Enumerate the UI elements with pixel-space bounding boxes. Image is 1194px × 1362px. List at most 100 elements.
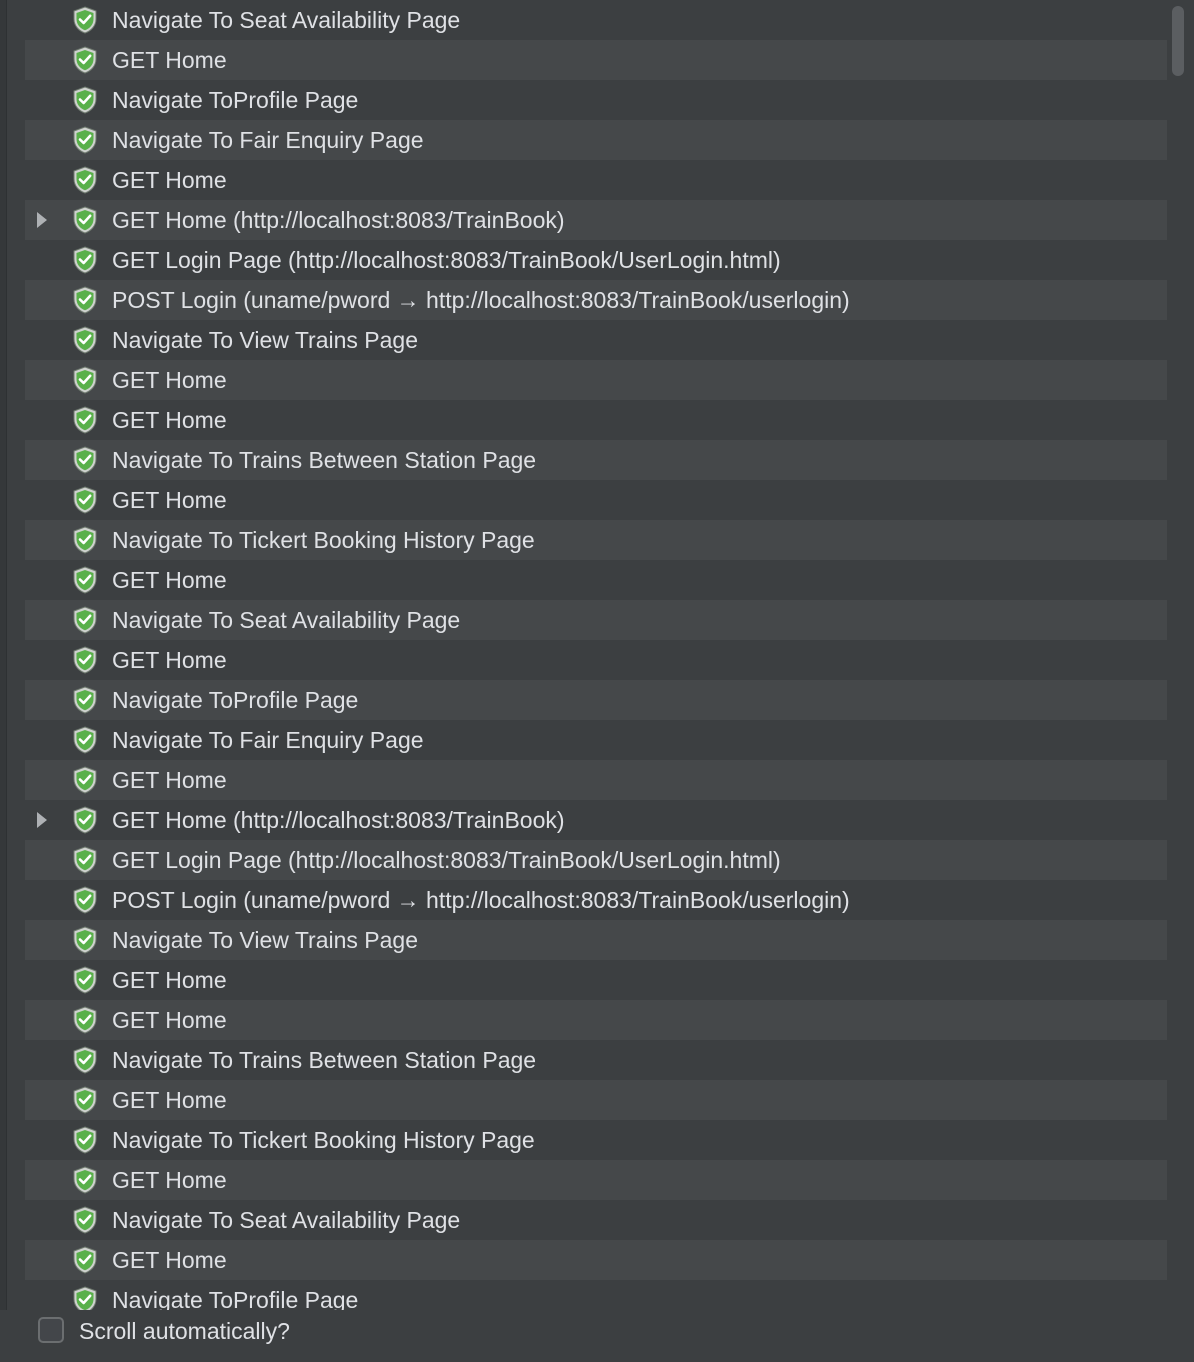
tree-row[interactable]: Navigate ToProfile Page — [25, 680, 1167, 720]
shield-check-icon — [73, 406, 97, 434]
tree-row[interactable]: GET Home — [25, 760, 1167, 800]
tree-row[interactable]: Navigate To Trains Between Station Page — [25, 1040, 1167, 1080]
shield-check-icon — [73, 1206, 97, 1234]
shield-check-icon — [73, 326, 97, 354]
tree-row-label: Navigate ToProfile Page — [112, 87, 359, 113]
shield-check-icon — [73, 286, 97, 314]
tree-row[interactable]: Navigate To Fair Enquiry Page — [25, 720, 1167, 760]
tree-row[interactable]: Navigate To Tickert Booking History Page — [25, 1120, 1167, 1160]
panel-left-edge — [0, 0, 7, 1362]
shield-check-icon — [73, 46, 97, 74]
tree-row[interactable]: GET Home — [25, 480, 1167, 520]
tree-row[interactable]: GET Home — [25, 360, 1167, 400]
tree-row[interactable]: GET Home — [25, 560, 1167, 600]
tree-row-label: GET Home — [112, 967, 227, 993]
scroll-automatically-label[interactable]: Scroll automatically? — [79, 1317, 290, 1345]
tree-row-label: GET Login Page (http://localhost:8083/Tr… — [112, 847, 781, 873]
shield-check-icon — [73, 6, 97, 34]
tree-row[interactable]: Navigate To Seat Availability Page — [25, 1200, 1167, 1240]
tree-row[interactable]: Navigate To Tickert Booking History Page — [25, 520, 1167, 560]
tree-row[interactable]: Navigate To View Trains Page — [25, 920, 1167, 960]
shield-check-icon — [73, 686, 97, 714]
tree-row-label: GET Home — [112, 647, 227, 673]
shield-check-icon — [73, 966, 97, 994]
tree-row-label: GET Login Page (http://localhost:8083/Tr… — [112, 247, 781, 273]
results-tree-panel: Navigate To Seat Availability Page GET Ho… — [0, 0, 1194, 1362]
shield-check-icon — [73, 1006, 97, 1034]
tree-row[interactable]: Navigate To Fair Enquiry Page — [25, 120, 1167, 160]
shield-check-icon — [73, 86, 97, 114]
expand-arrow-icon[interactable] — [37, 212, 47, 228]
tree-row[interactable]: Navigate To Seat Availability Page — [25, 600, 1167, 640]
tree-row-label: Navigate To View Trains Page — [112, 327, 418, 353]
tree-row-label: GET Home (http://localhost:8083/TrainBoo… — [112, 807, 565, 833]
shield-check-icon — [73, 446, 97, 474]
shield-check-icon — [73, 726, 97, 754]
shield-check-icon — [73, 1086, 97, 1114]
tree-row[interactable]: GET Home (http://localhost:8083/TrainBoo… — [25, 800, 1167, 840]
tree-row-label: Navigate To Tickert Booking History Page — [112, 527, 535, 553]
shield-check-icon — [73, 366, 97, 394]
tree-row[interactable]: Navigate To View Trains Page — [25, 320, 1167, 360]
tree-row[interactable]: Navigate To Trains Between Station Page — [25, 440, 1167, 480]
tree-row[interactable]: GET Home — [25, 40, 1167, 80]
tree-row-label: GET Home — [112, 487, 227, 513]
results-tree[interactable]: Navigate To Seat Availability Page GET Ho… — [25, 0, 1167, 1310]
tree-row-label: Navigate ToProfile Page — [112, 1287, 359, 1310]
tree-row-label: GET Home — [112, 167, 227, 193]
tree-row[interactable]: Navigate ToProfile Page — [25, 1280, 1167, 1310]
tree-row[interactable]: POST Login (uname/pword → http://localho… — [25, 880, 1167, 920]
shield-check-icon — [73, 646, 97, 674]
tree-row[interactable]: GET Home — [25, 1000, 1167, 1040]
shield-check-icon — [73, 886, 97, 914]
shield-check-icon — [73, 766, 97, 794]
shield-check-icon — [73, 166, 97, 194]
shield-check-icon — [73, 1246, 97, 1274]
scrollbar-thumb[interactable] — [1172, 6, 1184, 76]
shield-check-icon — [73, 1046, 97, 1074]
scroll-automatically-checkbox[interactable] — [38, 1317, 64, 1343]
tree-row-label: POST Login (uname/pword → http://localho… — [112, 887, 850, 913]
shield-check-icon — [73, 1126, 97, 1154]
expand-arrow-icon[interactable] — [37, 812, 47, 828]
tree-row[interactable]: GET Home — [25, 1080, 1167, 1120]
tree-row[interactable]: Navigate ToProfile Page — [25, 80, 1167, 120]
tree-row[interactable]: GET Login Page (http://localhost:8083/Tr… — [25, 240, 1167, 280]
tree-row-label: Navigate To Fair Enquiry Page — [112, 127, 424, 153]
footer-bar: Scroll automatically? — [0, 1310, 1194, 1362]
tree-row-label: Navigate To Seat Availability Page — [112, 607, 461, 633]
tree-row[interactable]: GET Home (http://localhost:8083/TrainBoo… — [25, 200, 1167, 240]
tree-row-label: GET Home — [112, 567, 227, 593]
tree-row-label: Navigate To View Trains Page — [112, 927, 418, 953]
shield-check-icon — [73, 126, 97, 154]
tree-row-label: Navigate To Trains Between Station Page — [112, 1047, 537, 1073]
tree-row-label: Navigate To Seat Availability Page — [112, 1207, 461, 1233]
tree-row-label: POST Login (uname/pword → http://localho… — [112, 287, 850, 313]
shield-check-icon — [73, 926, 97, 954]
tree-row[interactable]: GET Home — [25, 1240, 1167, 1280]
tree-row-label: Navigate To Fair Enquiry Page — [112, 727, 424, 753]
tree-row-label: GET Home — [112, 407, 227, 433]
vertical-scrollbar[interactable] — [1168, 0, 1194, 1310]
shield-check-icon — [73, 606, 97, 634]
tree-row[interactable]: GET Home — [25, 1160, 1167, 1200]
tree-row-label: GET Home — [112, 1087, 227, 1113]
tree-row-label: GET Home — [112, 367, 227, 393]
shield-check-icon — [73, 1166, 97, 1194]
tree-row[interactable]: GET Home — [25, 960, 1167, 1000]
tree-row-label: GET Home — [112, 1247, 227, 1273]
tree-row[interactable]: POST Login (uname/pword → http://localho… — [25, 280, 1167, 320]
tree-row[interactable]: GET Home — [25, 400, 1167, 440]
tree-row-label: GET Home — [112, 767, 227, 793]
shield-check-icon — [73, 206, 97, 234]
shield-check-icon — [73, 246, 97, 274]
shield-check-icon — [73, 486, 97, 514]
tree-row[interactable]: Navigate To Seat Availability Page — [25, 0, 1167, 40]
tree-row-label: Navigate To Seat Availability Page — [112, 7, 461, 33]
tree-row-label: GET Home — [112, 47, 227, 73]
tree-row[interactable]: GET Home — [25, 640, 1167, 680]
tree-row-label: GET Home — [112, 1007, 227, 1033]
tree-row[interactable]: GET Home — [25, 160, 1167, 200]
tree-row[interactable]: GET Login Page (http://localhost:8083/Tr… — [25, 840, 1167, 880]
shield-check-icon — [73, 806, 97, 834]
